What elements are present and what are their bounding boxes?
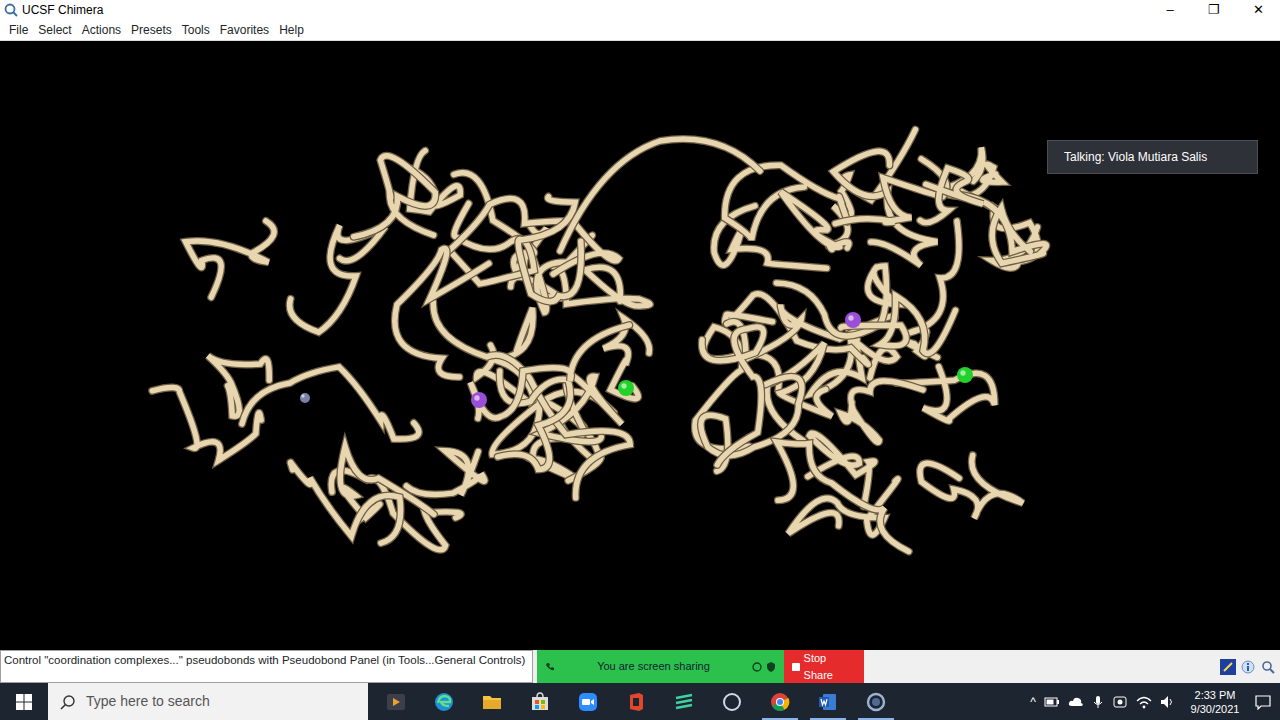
talking-indicator: Talking: Viola Mutiara Salis xyxy=(1047,140,1258,174)
menu-item[interactable]: Select xyxy=(33,20,76,40)
minimize-button[interactable]: – xyxy=(1148,0,1192,20)
taskbar-app[interactable] xyxy=(804,683,852,720)
search-input[interactable] xyxy=(84,690,368,713)
running-indicator xyxy=(762,718,798,720)
store-icon xyxy=(528,690,552,714)
taskbar-app[interactable] xyxy=(708,683,756,720)
menu-item[interactable]: Favorites xyxy=(215,20,274,40)
menu-item[interactable]: Actions xyxy=(77,20,126,40)
close-button[interactable]: ✕ xyxy=(1236,0,1280,20)
battery-icon[interactable] xyxy=(1044,695,1060,709)
status-icon xyxy=(752,662,762,672)
taskbar-app[interactable] xyxy=(420,683,468,720)
window-title: UCSF Chimera xyxy=(22,1,103,19)
stop-share-button[interactable]: Stop Share xyxy=(784,650,864,683)
chimera-icon xyxy=(864,690,888,714)
search-box[interactable] xyxy=(48,683,368,720)
screen-share-bar: You are screen sharing xyxy=(537,650,784,683)
search-icon xyxy=(60,694,76,710)
search-icon[interactable] xyxy=(1260,659,1276,675)
office-icon xyxy=(624,690,648,714)
menu-bar: FileSelectActionsPresetsToolsFavoritesHe… xyxy=(0,20,1280,41)
sharing-label: You are screen sharing xyxy=(597,658,710,675)
shield-icon xyxy=(766,662,776,672)
status-message: Control "coordination complexes..." pseu… xyxy=(0,650,533,683)
tray-expand[interactable]: ^ xyxy=(1030,693,1036,711)
taskbar-app[interactable] xyxy=(756,683,804,720)
zoom-icon xyxy=(576,690,600,714)
chimera-logo-icon xyxy=(4,3,18,17)
menu-item[interactable]: Help xyxy=(274,20,309,40)
taskbar-app[interactable] xyxy=(564,683,612,720)
graphics-window[interactable]: Talking: Viola Mutiara Salis xyxy=(0,41,1280,650)
sidebar-icon[interactable] xyxy=(1220,659,1236,675)
info-icon[interactable] xyxy=(1240,659,1256,675)
running-indicator xyxy=(858,718,894,720)
menu-item[interactable]: Tools xyxy=(177,20,215,40)
files-icon xyxy=(480,690,504,714)
taskbar-app[interactable] xyxy=(612,683,660,720)
webcam-icon[interactable] xyxy=(1112,695,1128,709)
volume-icon[interactable] xyxy=(1160,695,1176,709)
running-indicator xyxy=(810,718,846,720)
ring-icon xyxy=(720,690,744,714)
notifications-icon[interactable] xyxy=(1254,694,1272,710)
stop-icon xyxy=(792,663,800,671)
molecule-view[interactable] xyxy=(0,41,1280,650)
windows-logo-icon xyxy=(16,694,32,710)
title-bar: UCSF Chimera –❐✕ xyxy=(0,0,1280,20)
taskbar: ^ 2:33 PM 9/30/2021 xyxy=(0,683,1280,720)
start-button[interactable] xyxy=(0,694,48,710)
restore-button[interactable]: ❐ xyxy=(1192,0,1236,20)
media-icon xyxy=(384,690,408,714)
microphone-icon[interactable] xyxy=(1092,695,1104,709)
taskbar-app[interactable] xyxy=(852,683,900,720)
taskbar-app[interactable] xyxy=(660,683,708,720)
menu-item[interactable]: Presets xyxy=(126,20,177,40)
menu-item[interactable]: File xyxy=(4,20,33,40)
taskbar-app[interactable] xyxy=(372,683,420,720)
clock[interactable]: 2:33 PM 9/30/2021 xyxy=(1184,688,1246,716)
word-icon xyxy=(816,690,840,714)
phone-icon xyxy=(545,662,555,672)
stripes-icon xyxy=(672,690,696,714)
wifi-icon[interactable] xyxy=(1136,695,1152,709)
chrome-icon xyxy=(768,690,792,714)
cloud-icon[interactable] xyxy=(1068,695,1084,709)
edge-icon xyxy=(432,690,456,714)
taskbar-app[interactable] xyxy=(516,683,564,720)
status-bar: Control "coordination complexes..." pseu… xyxy=(0,650,1280,683)
taskbar-app[interactable] xyxy=(468,683,516,720)
